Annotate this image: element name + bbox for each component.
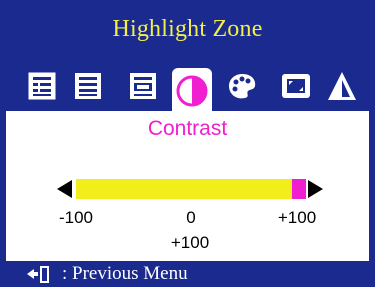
sharpness-icon[interactable] xyxy=(322,66,362,106)
previous-menu-icon[interactable] xyxy=(26,263,52,285)
item-label: Contrast xyxy=(147,117,228,140)
slider-mid-label: 0 xyxy=(186,208,196,227)
contrast-icon[interactable] xyxy=(172,68,212,114)
decrease-arrow-icon[interactable] xyxy=(57,180,72,198)
slider-value: +100 xyxy=(170,233,210,252)
screen-size-icon[interactable] xyxy=(276,66,316,106)
menu-icon-row xyxy=(0,62,375,114)
contrast-slider[interactable] xyxy=(76,179,306,199)
slider-thumb[interactable] xyxy=(292,179,306,199)
footer-label: : Previous Menu xyxy=(62,263,188,284)
zone-tile-icon[interactable] xyxy=(22,66,62,106)
slider-min-label: -100 xyxy=(58,208,94,227)
menu-title: Highlight Zone xyxy=(112,15,263,42)
color-palette-icon[interactable] xyxy=(222,66,262,106)
zone-window-icon[interactable] xyxy=(123,66,163,106)
zone-list-icon[interactable] xyxy=(68,66,108,106)
slider-max-label: +100 xyxy=(277,208,317,227)
title-bar: Highlight Zone xyxy=(0,0,375,58)
increase-arrow-icon[interactable] xyxy=(308,180,323,198)
footer-bar: : Previous Menu xyxy=(0,261,375,287)
osd-menu: Highlight Zone Contrast -100 0 +100 +100… xyxy=(0,0,375,287)
